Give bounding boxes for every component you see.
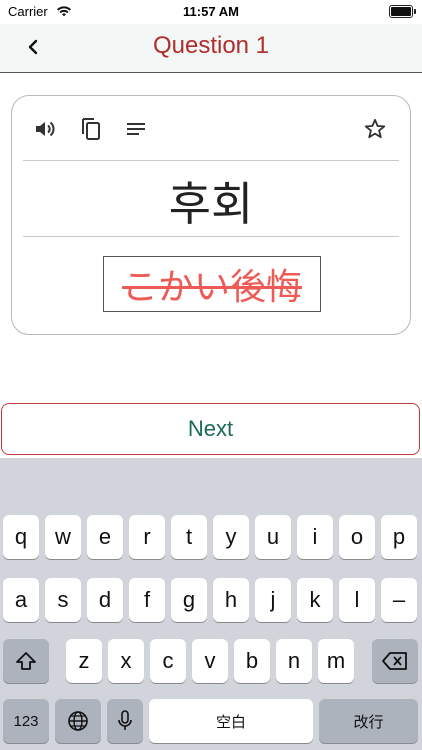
divider [23, 236, 399, 237]
backspace-icon [382, 652, 407, 670]
flashcard: 후회 こかい後悔 [11, 95, 411, 335]
key-g[interactable]: g [171, 578, 207, 622]
answer-box: こかい後悔 [103, 256, 321, 312]
shift-key[interactable] [3, 639, 49, 683]
key-o[interactable]: o [339, 515, 375, 559]
key-u[interactable]: u [255, 515, 291, 559]
microphone-key[interactable] [107, 699, 143, 743]
numbers-key[interactable]: 123 [3, 699, 49, 743]
key-w[interactable]: w [45, 515, 81, 559]
key-r[interactable]: r [129, 515, 165, 559]
key-n[interactable]: n [276, 639, 312, 683]
star-icon[interactable] [362, 116, 388, 142]
shift-icon [16, 652, 36, 670]
key-b[interactable]: b [234, 639, 270, 683]
key-l[interactable]: l [339, 578, 375, 622]
key-e[interactable]: e [87, 515, 123, 559]
key-a[interactable]: a [3, 578, 39, 622]
key-p[interactable]: p [381, 515, 417, 559]
next-button[interactable]: Next [1, 403, 420, 455]
navigation-bar: Question 1 [0, 24, 422, 73]
keyboard: q w e r t y u i o p a s d f g h j k l – … [0, 458, 422, 750]
divider [23, 160, 399, 161]
key-dash[interactable]: – [381, 578, 417, 622]
key-f[interactable]: f [129, 578, 165, 622]
speaker-icon[interactable] [32, 116, 58, 142]
globe-key[interactable] [55, 699, 101, 743]
space-key[interactable]: 空白 [149, 699, 313, 743]
key-q[interactable]: q [3, 515, 39, 559]
page-title: Question 1 [152, 32, 270, 59]
globe-icon [68, 711, 88, 731]
wrong-answer-text: こかい後悔 [121, 266, 302, 307]
key-k[interactable]: k [297, 578, 333, 622]
return-key[interactable]: 改行 [319, 699, 418, 743]
key-h[interactable]: h [213, 578, 249, 622]
key-s[interactable]: s [45, 578, 81, 622]
key-j[interactable]: j [255, 578, 291, 622]
key-c[interactable]: c [150, 639, 186, 683]
clock: 11:57 AM [183, 4, 239, 19]
battery-icon [389, 5, 416, 18]
status-bar: Carrier 11:57 AM [0, 0, 422, 24]
key-i[interactable]: i [297, 515, 333, 559]
delete-key[interactable] [372, 639, 418, 683]
key-t[interactable]: t [171, 515, 207, 559]
key-v[interactable]: v [192, 639, 228, 683]
key-z[interactable]: z [66, 639, 102, 683]
key-y[interactable]: y [213, 515, 249, 559]
microphone-icon [118, 710, 132, 730]
key-x[interactable]: x [108, 639, 144, 683]
notes-icon[interactable] [123, 116, 149, 142]
copy-icon[interactable] [78, 116, 104, 142]
key-m[interactable]: m [318, 639, 354, 683]
key-d[interactable]: d [87, 578, 123, 622]
question-word: 후회 [168, 178, 254, 230]
